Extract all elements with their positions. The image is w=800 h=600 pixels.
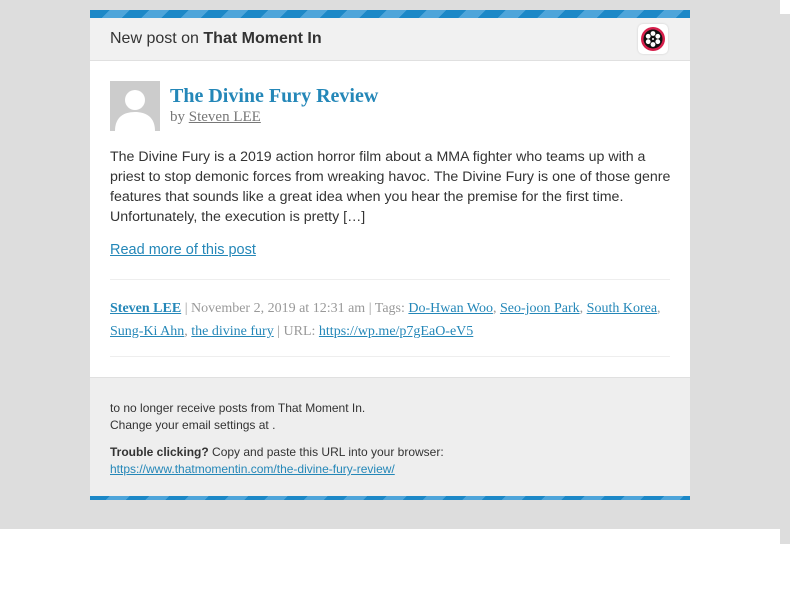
settings-text: Change your email settings at . [110, 418, 276, 432]
divider [110, 279, 670, 280]
email-header: New post on That Moment In [90, 18, 690, 61]
unsubscribe-text: to no longer receive posts from That Mom… [110, 401, 366, 415]
byline-prefix: by [170, 109, 189, 125]
film-reel-icon[interactable] [638, 24, 668, 54]
trouble-text: Copy and paste this URL into your browse… [208, 445, 444, 459]
trouble-clicking: Trouble clicking? Copy and paste this UR… [110, 444, 444, 478]
tags-label: Tags: [374, 301, 409, 316]
meta-author-link[interactable]: Steven LEE [110, 301, 181, 316]
tag-link[interactable]: Do-Hwan Woo [408, 301, 493, 316]
site-name: That Moment In [203, 30, 322, 47]
tag-sep: , [492, 301, 500, 316]
default-avatar-icon[interactable] [110, 81, 160, 131]
divider [110, 356, 670, 357]
meta-date: November 2, 2019 at 12:31 am [191, 301, 366, 316]
email-footer: to no longer receive posts from That Mom… [90, 377, 690, 498]
short-url-link[interactable]: https://wp.me/p7gEaO-eV5 [319, 324, 473, 339]
tag-link[interactable]: South Korea [587, 301, 657, 316]
tag-link[interactable]: Seo-joon Park [500, 301, 580, 316]
email-card: New post on That Moment In The Divine Fu… [90, 10, 690, 500]
tag-sep: , [579, 301, 587, 316]
meta-sep: | [181, 301, 191, 316]
post-excerpt: The Divine Fury is a 2019 action horror … [110, 149, 671, 225]
email-body: The Divine Fury Review by Steven LEE The… [90, 61, 690, 357]
byline: by Steven LEE [170, 109, 261, 126]
post-url-link[interactable]: https://www.thatmomentin.com/the-divine-… [110, 462, 395, 476]
footer-notice: to no longer receive posts from That Mom… [110, 400, 365, 434]
post-title-link[interactable]: The Divine Fury Review [170, 85, 378, 108]
tag-sep: , [657, 301, 661, 316]
read-more-link[interactable]: Read more of this post [110, 242, 256, 258]
scrollbar-track [780, 14, 790, 544]
tag-link[interactable]: the divine fury [191, 324, 273, 339]
header-prefix: New post on [110, 30, 204, 47]
trouble-label: Trouble clicking? [110, 445, 209, 459]
header-title: New post on That Moment In [110, 30, 322, 48]
meta-sep: | [273, 324, 284, 339]
byline-author-link[interactable]: Steven LEE [189, 109, 261, 125]
top-stripe [90, 10, 690, 18]
url-label: URL: [283, 324, 319, 339]
post-meta: Steven LEE | November 2, 2019 at 12:31 a… [110, 297, 675, 343]
bottom-stripe [90, 496, 690, 500]
meta-sep: | [365, 301, 375, 316]
tag-link[interactable]: Sung-Ki Ahn [110, 324, 184, 339]
